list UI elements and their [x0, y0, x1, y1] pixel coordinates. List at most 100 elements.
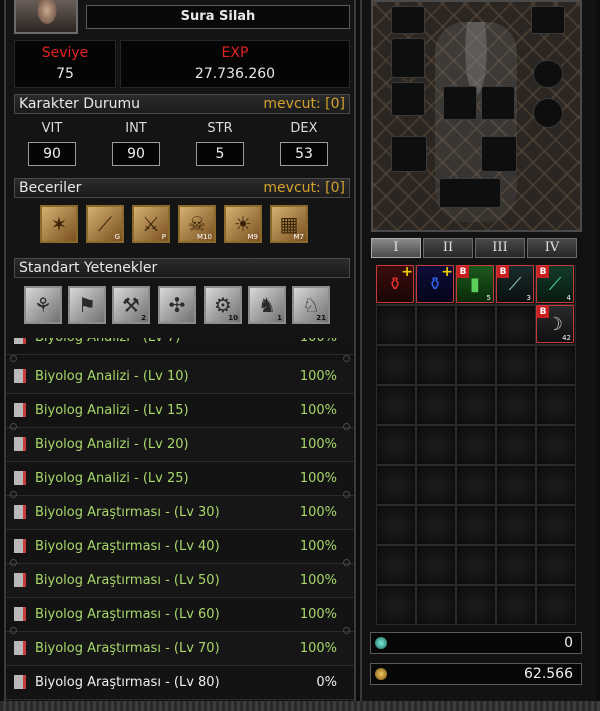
sword-skill-icon[interactable]: ⚔ P — [132, 205, 170, 243]
pickaxe-icon[interactable]: ⚒ 2 — [112, 286, 150, 324]
quest-name: Biyolog Analizi - (Lv 20) — [35, 437, 189, 452]
bottom-border — [0, 701, 600, 711]
green-box-icon[interactable]: ▮ B 5 — [456, 265, 494, 303]
quest-list[interactable]: Biyolog Analizi - (Lv 7) 100% Biyolog An… — [4, 338, 356, 701]
list-item[interactable]: Biyolog Araştırması - (Lv 80) 0% — [6, 666, 354, 700]
inventory-slot[interactable] — [376, 585, 416, 625]
blade-skill-icon[interactable]: ⟋ G — [86, 205, 124, 243]
skills-available-points: mevcut: [0] — [263, 180, 345, 196]
inventory-slot[interactable] — [456, 385, 496, 425]
inventory-slot[interactable] — [456, 545, 496, 585]
stat-value[interactable]: 90 — [28, 142, 76, 166]
list-item[interactable]: Biyolog Analizi - (Lv 7) 100% — [6, 338, 354, 355]
flag-icon[interactable]: ⚑ — [68, 286, 106, 324]
tab-page-4[interactable]: IV — [527, 238, 577, 258]
tab-page-1[interactable]: I — [371, 238, 421, 258]
blue-potion-icon[interactable]: ⚱ + — [416, 264, 454, 303]
knot-icon[interactable]: ✣ — [158, 286, 196, 324]
inventory-slot[interactable] — [376, 385, 416, 425]
red-potion-icon[interactable]: ⚱ + — [376, 264, 414, 303]
list-item[interactable]: Biyolog Analizi - (Lv 20) 100% — [6, 428, 354, 462]
list-item[interactable]: Biyolog Araştırması - (Lv 40) 100% — [6, 530, 354, 564]
inventory-slot[interactable] — [456, 305, 496, 345]
equip-slot-weapon-2[interactable] — [391, 38, 425, 78]
list-item[interactable]: Biyolog Analizi - (Lv 10) 100% — [6, 360, 354, 394]
list-item[interactable]: Biyolog Araştırması - (Lv 60) 100% — [6, 598, 354, 632]
inventory-slot[interactable] — [456, 345, 496, 385]
inventory-slot[interactable] — [376, 505, 416, 545]
green-rod-icon[interactable]: ⟋ B 4 — [536, 265, 574, 303]
equip-slot-ring[interactable] — [391, 136, 427, 172]
fishing-icon[interactable]: ⚘ — [24, 286, 62, 324]
standard-skills-title: Standart Yetenekler — [19, 260, 158, 276]
cog-icon[interactable]: ⚙ 10 — [204, 286, 242, 324]
inventory-slot[interactable] — [536, 465, 576, 505]
tab-page-3[interactable]: III — [475, 238, 525, 258]
list-item[interactable]: Biyolog Araştırması - (Lv 50) 100% — [6, 564, 354, 598]
inventory-slot[interactable] — [496, 585, 536, 625]
stat-value[interactable]: 53 — [280, 142, 328, 166]
inventory-slot[interactable] — [456, 425, 496, 465]
equip-slot-earring[interactable] — [533, 60, 563, 88]
inventory-slot[interactable] — [496, 385, 536, 425]
scroll-icon — [14, 471, 26, 485]
list-item[interactable]: Biyolog Araştırması - (Lv 70) 100% — [6, 632, 354, 666]
inventory-slot[interactable] — [496, 425, 536, 465]
claw-skill-icon[interactable]: ✶ — [40, 205, 78, 243]
inventory-slot[interactable] — [416, 345, 456, 385]
horse-head-icon[interactable]: ♘ 21 — [292, 286, 330, 324]
equip-slot-necklace[interactable] — [481, 136, 517, 172]
inventory-slot[interactable] — [536, 545, 576, 585]
inventory-slot[interactable] — [496, 465, 536, 505]
inventory-slot[interactable] — [496, 505, 536, 545]
inventory-slot[interactable] — [456, 465, 496, 505]
list-item[interactable]: Biyolog Analizi - (Lv 15) 100% — [6, 394, 354, 428]
equip-slot-shield[interactable] — [391, 82, 425, 116]
inventory-slot[interactable] — [416, 545, 456, 585]
demon-skill-icon[interactable]: ☀ M9 — [224, 205, 262, 243]
list-item[interactable]: Biyolog Analizi - (Lv 25) 100% — [6, 462, 354, 496]
skull-skill-icon[interactable]: ☠ M10 — [178, 205, 216, 243]
equip-slot-helmet[interactable] — [531, 6, 565, 34]
inventory-slot[interactable] — [536, 505, 576, 545]
gem-counter: 0 — [370, 632, 582, 654]
inventory-slot[interactable] — [416, 465, 456, 505]
tab-page-2[interactable]: II — [423, 238, 473, 258]
equip-slot-weapon[interactable] — [391, 6, 425, 34]
horse-claw-icon[interactable]: ♞ 1 — [248, 286, 286, 324]
inventory-slot[interactable] — [496, 345, 536, 385]
inventory-slot[interactable] — [416, 585, 456, 625]
inventory-slot[interactable] — [496, 545, 536, 585]
bow-icon[interactable]: ☽ B 42 — [536, 305, 574, 343]
equip-slot-armor[interactable] — [443, 86, 477, 120]
inventory-slot[interactable] — [496, 305, 536, 345]
equip-slot-shoes[interactable] — [439, 178, 501, 208]
inventory-slot[interactable] — [376, 545, 416, 585]
inventory-slot[interactable] — [376, 425, 416, 465]
inventory-slot[interactable] — [376, 465, 416, 505]
inventory-slot[interactable] — [376, 305, 416, 345]
stat-value[interactable]: 5 — [196, 142, 244, 166]
row-divider-dot — [10, 559, 17, 566]
equip-slot-body[interactable] — [481, 86, 515, 120]
inventory-slot[interactable] — [536, 425, 576, 465]
inventory-slot[interactable] — [416, 425, 456, 465]
inventory-slot[interactable] — [416, 385, 456, 425]
stat-value[interactable]: 90 — [112, 142, 160, 166]
inventory-slot[interactable] — [536, 385, 576, 425]
row-divider-dot — [343, 559, 350, 566]
quest-progress: 100% — [299, 641, 337, 656]
inventory-slot[interactable] — [456, 505, 496, 545]
inventory-slot[interactable] — [536, 345, 576, 385]
inventory-slot[interactable] — [536, 585, 576, 625]
inventory-slot[interactable] — [376, 345, 416, 385]
grid-skill-icon[interactable]: ▦ M7 — [270, 205, 308, 243]
fishing-rod-icon[interactable]: ⟋ B 3 — [496, 265, 534, 303]
list-item[interactable]: Biyolog Araştırması - (Lv 30) 100% — [6, 496, 354, 530]
equip-slot-bracelet[interactable] — [533, 98, 563, 128]
inventory-slot[interactable] — [416, 505, 456, 545]
gem-value: 0 — [564, 635, 573, 651]
inventory-slot[interactable] — [416, 305, 456, 345]
exp-label: EXP — [221, 45, 249, 61]
inventory-slot[interactable] — [456, 585, 496, 625]
